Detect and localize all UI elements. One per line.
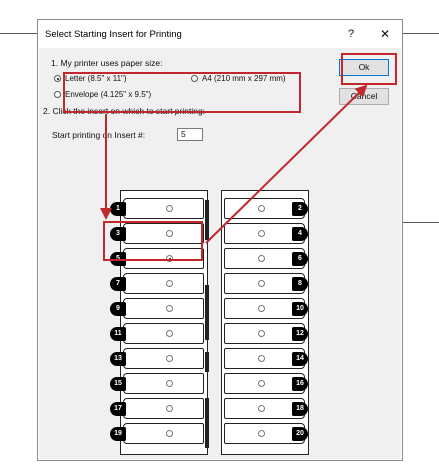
insert-number-badge: 1 bbox=[110, 202, 126, 216]
insert-15-radio[interactable] bbox=[166, 380, 173, 387]
insert-12-radio[interactable] bbox=[258, 330, 265, 337]
insert-3[interactable] bbox=[123, 223, 204, 244]
insert-number-badge: 8 bbox=[292, 277, 308, 291]
insert-3-radio[interactable] bbox=[166, 230, 173, 237]
insert-number-badge: 10 bbox=[292, 302, 308, 316]
insert-number-badge: 16 bbox=[292, 377, 308, 391]
radio-a4-indicator[interactable] bbox=[191, 75, 198, 82]
help-button[interactable]: ? bbox=[343, 26, 359, 42]
insert-number-badge: 17 bbox=[110, 402, 126, 416]
insert-13[interactable] bbox=[123, 348, 204, 369]
dialog-body: 1. My printer uses paper size: Letter (8… bbox=[39, 48, 401, 459]
insert-15[interactable] bbox=[123, 373, 204, 394]
select-insert-dialog: Select Starting Insert for Printing ? ✕ … bbox=[37, 19, 403, 461]
insert-19[interactable] bbox=[123, 423, 204, 444]
insert-6-radio[interactable] bbox=[258, 255, 265, 262]
center-strip-bar bbox=[205, 285, 209, 340]
background-line bbox=[403, 33, 439, 34]
insert-14-radio[interactable] bbox=[258, 355, 265, 362]
dialog-title: Select Starting Insert for Printing bbox=[45, 29, 182, 40]
insert-19-radio[interactable] bbox=[166, 430, 173, 437]
radio-a4[interactable]: A4 (210 mm x 297 mm) bbox=[191, 74, 286, 83]
insert-number-badge: 12 bbox=[292, 327, 308, 341]
insert-1-radio[interactable] bbox=[166, 205, 173, 212]
start-insert-label: 2. Click the insert on which to start pr… bbox=[43, 106, 206, 116]
insert-5-radio[interactable] bbox=[166, 255, 173, 262]
start-insert-input[interactable]: 5 bbox=[177, 128, 203, 141]
insert-number-badge: 11 bbox=[110, 327, 126, 341]
radio-envelope[interactable]: Envelope (4.125" x 9.5") bbox=[54, 90, 151, 99]
insert-number-badge: 6 bbox=[292, 252, 308, 266]
insert-number-badge: 14 bbox=[292, 352, 308, 366]
insert-number-badge: 20 bbox=[292, 427, 308, 441]
insert-number-badge: 3 bbox=[110, 227, 126, 241]
insert-9-radio[interactable] bbox=[166, 305, 173, 312]
insert-17-radio[interactable] bbox=[166, 405, 173, 412]
center-strip-bar bbox=[205, 200, 209, 240]
title-bar: Select Starting Insert for Printing ? ✕ bbox=[38, 20, 402, 48]
background-line bbox=[403, 222, 439, 223]
insert-number-badge: 15 bbox=[110, 377, 126, 391]
ok-button[interactable]: Ok bbox=[339, 59, 389, 76]
background-line bbox=[0, 33, 37, 34]
radio-letter[interactable]: Letter (8.5" x 11") bbox=[54, 74, 127, 83]
insert-20-radio[interactable] bbox=[258, 430, 265, 437]
insert-number-badge: 13 bbox=[110, 352, 126, 366]
insert-16-radio[interactable] bbox=[258, 380, 265, 387]
insert-11[interactable] bbox=[123, 323, 204, 344]
insert-13-radio[interactable] bbox=[166, 355, 173, 362]
close-button[interactable]: ✕ bbox=[376, 25, 394, 43]
radio-a4-label: A4 (210 mm x 297 mm) bbox=[202, 74, 286, 83]
insert-1[interactable] bbox=[123, 198, 204, 219]
cancel-button[interactable]: Cancel bbox=[339, 88, 389, 105]
insert-7[interactable] bbox=[123, 273, 204, 294]
paper-size-label: 1. My printer uses paper size: bbox=[51, 58, 163, 68]
insert-10-radio[interactable] bbox=[258, 305, 265, 312]
insert-5[interactable] bbox=[123, 248, 204, 269]
insert-number-badge: 19 bbox=[110, 427, 126, 441]
insert-number-badge: 4 bbox=[292, 227, 308, 241]
radio-envelope-indicator[interactable] bbox=[54, 91, 61, 98]
center-strip-bar bbox=[205, 398, 209, 448]
insert-9[interactable] bbox=[123, 298, 204, 319]
insert-18-radio[interactable] bbox=[258, 405, 265, 412]
radio-letter-label: Letter (8.5" x 11") bbox=[65, 74, 127, 83]
start-printing-label: Start printing on Insert #: bbox=[52, 130, 146, 140]
insert-number-badge: 2 bbox=[292, 202, 308, 216]
insert-4-radio[interactable] bbox=[258, 230, 265, 237]
insert-number-badge: 18 bbox=[292, 402, 308, 416]
radio-letter-indicator[interactable] bbox=[54, 75, 61, 82]
insert-7-radio[interactable] bbox=[166, 280, 173, 287]
insert-2-radio[interactable] bbox=[258, 205, 265, 212]
radio-envelope-label: Envelope (4.125" x 9.5") bbox=[65, 90, 152, 99]
insert-sheet: 1 3 5 7 9 11 13 15 17 19 2 4 6 8 10 12 1… bbox=[110, 190, 309, 455]
insert-number-badge: 5 bbox=[110, 252, 126, 266]
insert-number-badge: 9 bbox=[110, 302, 126, 316]
insert-number-badge: 7 bbox=[110, 277, 126, 291]
insert-11-radio[interactable] bbox=[166, 330, 173, 337]
insert-17[interactable] bbox=[123, 398, 204, 419]
center-strip-bar bbox=[205, 352, 209, 372]
insert-8-radio[interactable] bbox=[258, 280, 265, 287]
